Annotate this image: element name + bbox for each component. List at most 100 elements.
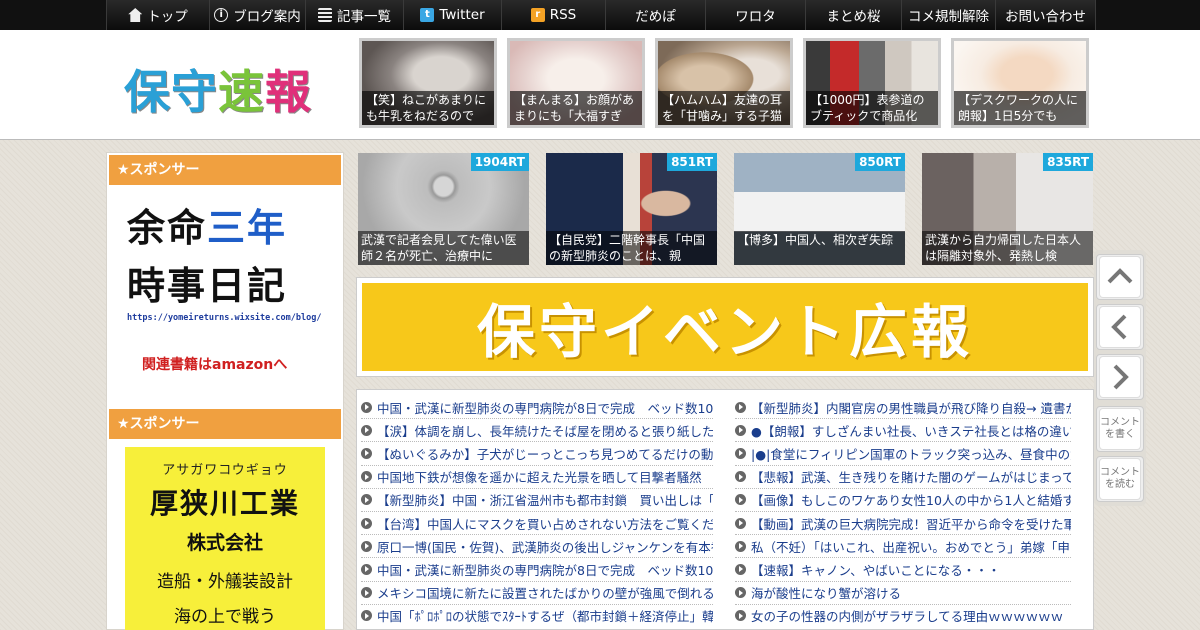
header-thumb-1[interactable]: 【笑】ねこがあまりにも牛乳をねだるので — [359, 38, 497, 128]
nav-item-1[interactable]: トップ — [106, 0, 210, 30]
article-title: メキシコ国境に新たに設置されたばかりの壁が強風で倒れる — [377, 586, 713, 602]
article-link[interactable]: 【速報】キャノン、やばいことになる・・・ — [735, 558, 1071, 582]
article-link[interactable]: 私（不妊）「はいこれ、出産祝い。おめでとう」弟嫁「申し訳 — [735, 535, 1071, 559]
nav-item-6[interactable]: だめぽ — [606, 0, 706, 30]
article-title: 中国・武漢に新型肺炎の専門病院が8日で完成 ベッド数1000床 — [377, 562, 713, 578]
ad-subtitle: アサガワコウギョウ — [162, 463, 288, 478]
banner-text: 保守イベント広報 — [476, 298, 973, 366]
article-link[interactable]: 海が酸性になり蟹が溶ける — [735, 582, 1071, 605]
play-bullet-icon — [735, 563, 746, 575]
play-bullet-icon — [735, 494, 746, 506]
site-logo[interactable]: 保守速報 — [124, 56, 312, 122]
article-lists: 中国・武漢に新型肺炎の専門病院が8日で完成 ベッド数1000床 【涙】体調を崩し、… — [356, 389, 1094, 630]
article-title: 私（不妊）「はいこれ、出産祝い。おめでとう」弟嫁「申し訳 — [751, 539, 1071, 555]
ad-text: 三年 — [207, 205, 288, 250]
ranking-item-1[interactable]: 1904RT 武漢で記者会見してた偉い医師２名が死亡、治療中に — [358, 153, 529, 265]
back-button[interactable] — [1096, 304, 1144, 350]
article-link[interactable]: 中国・武漢に新型肺炎の専門病院が8日で完成 ベッド数1000床 — [361, 558, 713, 582]
logo-char: 守 — [171, 65, 218, 119]
article-list-left: 中国・武漢に新型肺炎の専門病院が8日で完成 ベッド数1000床 【涙】体調を崩し、… — [361, 396, 713, 626]
article-link[interactable]: 【新型肺炎】内閣官房の男性職員が飛び降り自殺→ 遺書が・・ — [735, 396, 1071, 420]
info-icon: i — [214, 8, 229, 22]
comment-write-button[interactable]: コメントを書く — [1096, 406, 1144, 452]
header-thumb-3[interactable]: 【ハムハム】友達の耳を「甘噛み」する子猫 — [655, 38, 793, 128]
comment-read-button[interactable]: コメントを読む — [1096, 456, 1144, 502]
play-bullet-icon — [735, 424, 746, 436]
site-header: 保守速報 【笑】ねこがあまりにも牛乳をねだるので 【まんまる】お顔があまりにも「… — [0, 30, 1200, 140]
ranking-item-4[interactable]: 835RT 武漢から自力帰国した日本人は隔離対象外、発熱し検 — [922, 153, 1093, 265]
ranking-caption: 【自民党】二階幹事長「中国の新型肺炎のことは、親 — [546, 231, 717, 265]
ranking-caption: 【博多】中国人、相次ぎ失踪 — [734, 231, 905, 265]
logo-char: 保 — [124, 65, 171, 119]
nav-item-3[interactable]: 記事一覧 — [306, 0, 404, 30]
article-link[interactable]: 原口一博(国民・佐賀)、武漢肺炎の後出しジャンケンを有本香氏 — [361, 535, 713, 559]
ad-title-line: 余命三年 — [127, 199, 327, 257]
logo-char: 速 — [218, 65, 265, 119]
thumb-caption: 【デスクワークの人に朗報】1日5分でも — [954, 91, 1086, 125]
article-title: 【悲報】武漢、生き残りを賭けた闇のゲームがはじまってしまう — [751, 470, 1071, 486]
article-title: |●|食堂にフィリピン国軍のトラック突っ込み、昼食中の女子高 — [751, 446, 1071, 462]
nav-item-7[interactable]: ワロタ — [706, 0, 806, 30]
ad-company-type: 株式会社 — [186, 532, 263, 554]
article-link[interactable]: ●【朗報】すしざんまい社長、いきステ社長とは格の違いを見せ — [735, 419, 1071, 443]
play-bullet-icon — [361, 401, 372, 413]
top-navigation: トップ i ブログ案内 記事一覧 t Twitter r RSS だめぽ ワロタ まとめ桜 コメ規制解… — [0, 0, 1200, 30]
header-thumb-2[interactable]: 【まんまる】お顔があまりにも「大福すぎる」 — [507, 38, 645, 128]
nav-label: Twitter — [439, 7, 485, 23]
banner-inner: 保守イベント広報 — [362, 283, 1088, 371]
nav-item-5[interactable]: r RSS — [502, 0, 606, 30]
article-link[interactable]: 【悲報】武漢、生き残りを賭けた闇のゲームがはじまってしまう — [735, 466, 1071, 489]
sponsor-ad-asagawa[interactable]: アサガワコウギョウ 厚狭川工業 株式会社 造船・外艤装設計 海の上で戦う — [125, 447, 325, 630]
ad-business: 造船・外艤装設計 — [157, 572, 293, 592]
nav-item-8[interactable]: まとめ桜 — [806, 0, 902, 30]
sponsor-ad-yomei[interactable]: 余命三年 時事日記 https://yomeireturns.wixsite.c… — [127, 199, 327, 379]
amazon-link[interactable]: 関連書籍はamazonへ — [142, 354, 287, 374]
ranking-item-2[interactable]: 851RT 【自民党】二階幹事長「中国の新型肺炎のことは、親 — [546, 153, 717, 265]
rt-count-badge: 850RT — [855, 153, 905, 171]
article-link[interactable]: |●|食堂にフィリピン国軍のトラック突っ込み、昼食中の女子高 — [735, 442, 1071, 466]
article-link[interactable]: 【涙】体調を崩し、長年続けたそば屋を閉めると張り紙した。 — [361, 419, 713, 443]
ad-url: https://yomeireturns.wixsite.com/blog/ — [127, 313, 322, 323]
play-bullet-icon — [735, 610, 746, 622]
article-link[interactable]: 女の子の性器の内側がザラザラしてる理由ｗｗｗｗｗｗ — [735, 605, 1071, 626]
nav-item-2[interactable]: i ブログ案内 — [210, 0, 306, 30]
article-link[interactable]: 【ぬいぐるみか】子犬がじーっとこっち見つめてるだけの動画 — [361, 442, 713, 466]
article-link[interactable]: 中国「ﾎﾟﾛﾎﾟﾛの状態でｽﾀｰﾄするぜ（都市封鎖＋経済停止」韓国 — [361, 605, 713, 626]
article-link[interactable]: 中国地下鉄が想像を遥かに超えた光景を晒して目撃者騒然 こ — [361, 466, 713, 489]
article-link[interactable]: 【画像】もしこのワケあり女性10人の中から1人と結婚するとし — [735, 489, 1071, 512]
ad-text: 余命 — [127, 205, 208, 250]
event-banner[interactable]: 保守イベント広報 — [356, 277, 1094, 377]
nav-label: まとめ桜 — [826, 9, 881, 25]
sidebar: ★スポンサー 余命三年 時事日記 https://yomeireturns.wi… — [106, 152, 344, 630]
article-title: ●【朗報】すしざんまい社長、いきステ社長とは格の違いを見せ — [751, 423, 1071, 439]
nav-label: RSS — [549, 7, 577, 23]
forward-button[interactable] — [1096, 354, 1144, 400]
article-link[interactable]: 【台湾】中国人にマスクを買い占めされない方法をご覧ください — [361, 512, 713, 536]
header-thumb-5[interactable]: 【デスクワークの人に朗報】1日5分でも — [951, 38, 1089, 128]
article-link[interactable]: メキシコ国境に新たに設置されたばかりの壁が強風で倒れる — [361, 582, 713, 605]
article-title: 海が酸性になり蟹が溶ける — [751, 586, 902, 602]
play-bullet-icon — [735, 587, 746, 599]
sponsor-header: ★スポンサー — [109, 409, 341, 439]
thumb-caption: 【1000円】表参道のブティックで商品化 — [806, 91, 938, 125]
article-title: 中国・武漢に新型肺炎の専門病院が8日で完成 ベッド数1000床 — [377, 400, 713, 416]
nav-item-9[interactable]: コメ規制解除 — [902, 0, 996, 30]
header-thumb-4[interactable]: 【1000円】表参道のブティックで商品化 — [803, 38, 941, 128]
article-link[interactable]: 【動画】武漢の巨大病院完成！習近平から命令を受けた軍医14 — [735, 512, 1071, 536]
ranking-item-3[interactable]: 850RT 【博多】中国人、相次ぎ失踪 — [734, 153, 905, 265]
nav-label: ブログ案内 — [233, 9, 301, 25]
play-bullet-icon — [735, 471, 746, 483]
sponsor-header: ★スポンサー — [109, 155, 341, 185]
article-title: 原口一博(国民・佐賀)、武漢肺炎の後出しジャンケンを有本香氏 — [377, 539, 713, 555]
play-bullet-icon — [361, 471, 372, 483]
rss-icon: r — [530, 8, 545, 22]
article-link[interactable]: 中国・武漢に新型肺炎の専門病院が8日で完成 ベッド数1000床 — [361, 396, 713, 420]
nav-item-10[interactable]: お問い合わせ — [996, 0, 1096, 30]
scroll-top-button[interactable] — [1096, 254, 1144, 300]
article-list-right: 【新型肺炎】内閣官房の男性職員が飛び降り自殺→ 遺書が・・ ●【朗報】すしざんまい… — [735, 396, 1071, 626]
article-title: 【涙】体調を崩し、長年続けたそば屋を閉めると張り紙した。 — [377, 423, 713, 439]
nav-item-4[interactable]: t Twitter — [404, 0, 502, 30]
article-link[interactable]: 【新型肺炎】中国・浙江省温州市も都市封鎖 買い出しは「2日 — [361, 489, 713, 512]
play-bullet-icon — [735, 447, 746, 459]
ranking-caption: 武漢から自力帰国した日本人は隔離対象外、発熱し検 — [922, 231, 1093, 265]
